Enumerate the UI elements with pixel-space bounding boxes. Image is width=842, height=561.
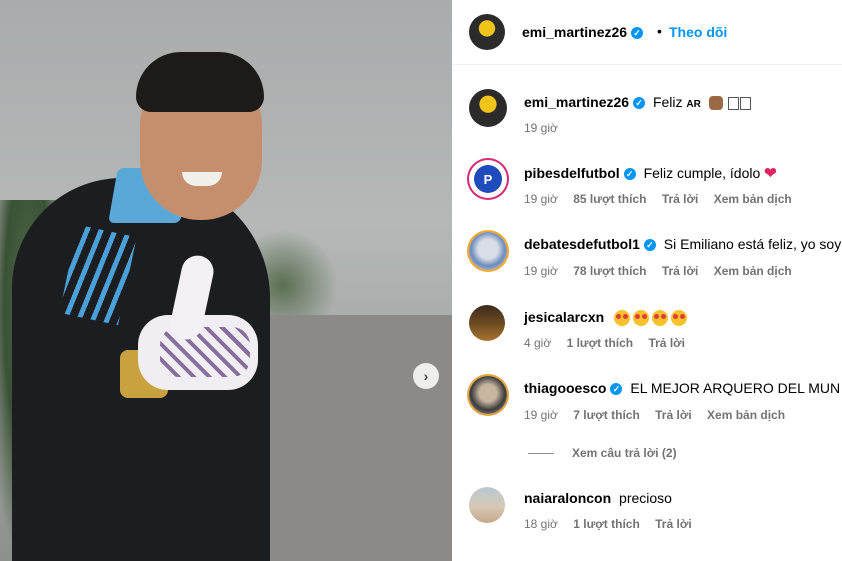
fist-emoji-icon	[708, 96, 723, 111]
comment-meta: 18 giờ 1 lượt thích Trả lời	[524, 517, 692, 531]
separator-dot: •	[657, 23, 662, 39]
post-photo[interactable]: ›	[0, 0, 452, 561]
verified-badge-icon: ✓	[633, 97, 646, 110]
post-header: emi_martinez26 ✓ • Theo dõi	[452, 0, 842, 65]
caption-meta: 19 giờ	[524, 121, 558, 135]
avatar[interactable]	[469, 376, 507, 414]
comment-row: naiaraloncon precioso	[524, 490, 672, 506]
goalkeeper-glove	[120, 252, 258, 398]
player-hair	[136, 52, 264, 112]
avatar[interactable]: P	[469, 160, 507, 198]
avatar[interactable]	[469, 487, 505, 523]
verified-badge-icon: ✓	[610, 383, 623, 396]
avatar[interactable]	[469, 232, 507, 270]
heart-eyes-emoji-icon	[614, 309, 690, 327]
comment-row: debatesdefutbol1 ✓ Si Emiliano está feliz…	[524, 236, 842, 252]
verified-badge-icon: ✓	[631, 27, 644, 40]
verified-badge-icon: ✓	[643, 239, 656, 252]
unknown-glyph-icon	[727, 96, 739, 110]
author-username[interactable]: emi_martinez26 ✓	[522, 24, 644, 40]
comments-panel: emi_martinez26 ✓ • Theo dõi emi_martinez2…	[452, 0, 842, 561]
avatar[interactable]	[469, 14, 505, 50]
caption-row: emi_martinez26 ✓ Feliz AR	[524, 94, 751, 111]
comment-meta: 19 giờ 7 lượt thích Trả lời Xem bản dịch	[524, 408, 786, 422]
avatar[interactable]	[469, 305, 505, 341]
comment-row: pibesdelfutbol ✓ Feliz cumple, ídolo ❤	[524, 165, 777, 182]
chevron-right-icon[interactable]: ›	[413, 363, 439, 389]
avatar[interactable]	[469, 89, 507, 127]
comment-meta: 4 giờ 1 lượt thích Trả lời	[524, 336, 686, 350]
view-replies-button[interactable]: Xem câu trả lời (2)	[528, 446, 677, 460]
comment-meta: 19 giờ 78 lượt thích Trả lời Xem bản dịc…	[524, 264, 792, 278]
comment-meta: 19 giờ 85 lượt thích Trả lời Xem bản dịc…	[524, 192, 792, 206]
comment-row: jesicalarcxn	[524, 309, 690, 327]
heart-emoji-icon: ❤	[764, 165, 777, 182]
follow-button[interactable]: Theo dõi	[669, 24, 727, 40]
unknown-glyph-icon	[739, 96, 751, 110]
background-wall	[255, 315, 452, 561]
comment-row: thiagooesco ✓ EL MEJOR ARQUERO DEL MUN	[524, 380, 841, 396]
verified-badge-icon: ✓	[623, 168, 636, 181]
